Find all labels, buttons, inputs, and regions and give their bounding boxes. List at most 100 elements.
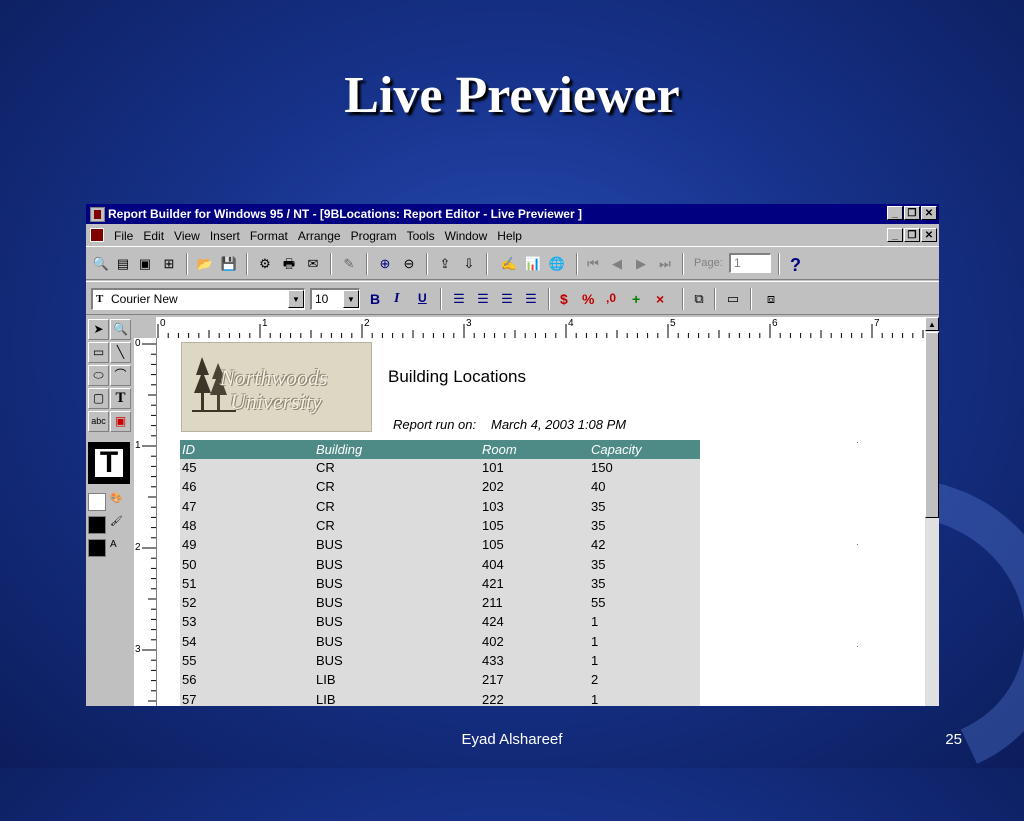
xy-icon[interactable]: ⊞ [160, 255, 178, 273]
fill-color-icon[interactable]: 🎨 [110, 493, 128, 511]
bold-button[interactable]: B [370, 291, 380, 307]
web-wizard-icon[interactable]: 🌐 [548, 255, 566, 273]
zoom-out-icon[interactable]: ⊖ [400, 255, 418, 273]
scroll-thumb[interactable] [925, 332, 939, 518]
table-row[interactable]: 49 BUS 105 42 [180, 536, 700, 555]
print-icon[interactable]: 🖶 [280, 255, 298, 273]
chevron-down-icon[interactable]: ▼ [343, 290, 359, 308]
run-on-label[interactable]: Report run on: [393, 417, 476, 432]
table-row[interactable]: 50 BUS 404 35 [180, 556, 700, 575]
report-canvas[interactable]: Northwoods University Building Locations… [157, 338, 925, 706]
mail-icon[interactable]: ✉ [304, 255, 322, 273]
document-icon[interactable] [90, 228, 104, 242]
doc-close-button[interactable]: ✕ [921, 228, 937, 242]
parameter-form-icon[interactable]: ▣ [136, 255, 154, 273]
arc-tool-icon[interactable]: ⌒ [110, 365, 131, 386]
magnify-icon[interactable]: 🔍 [110, 319, 131, 340]
run-on-value[interactable]: March 4, 2003 1:08 PM [491, 417, 626, 432]
restore-button[interactable]: ❐ [904, 206, 920, 220]
menu-view[interactable]: View [174, 229, 200, 243]
menu-tools[interactable]: Tools [407, 229, 435, 243]
image-tool-icon[interactable]: ▣ [110, 411, 131, 432]
menu-format[interactable]: Format [250, 229, 288, 243]
first-page-icon[interactable]: ⏮ [584, 255, 602, 273]
underline-button[interactable]: U [418, 291, 427, 305]
fill-color-swatch[interactable] [88, 493, 106, 511]
ellipse-tool-icon[interactable]: ⬭ [88, 365, 109, 386]
menu-help[interactable]: Help [497, 229, 522, 243]
data-model-icon[interactable]: 🔍 [92, 255, 110, 273]
table-row[interactable]: 51 BUS 421 35 [180, 575, 700, 594]
import-icon[interactable]: ⇪ [436, 255, 454, 273]
save-icon[interactable]: 💾 [220, 255, 238, 273]
next-page-icon[interactable]: ▶ [632, 255, 650, 273]
text-color-swatch[interactable] [88, 539, 106, 557]
remove-decimal-button[interactable]: × [656, 291, 664, 307]
table-row[interactable]: 57 LIB 222 1 [180, 691, 700, 706]
run-icon[interactable]: ⚙ [256, 255, 274, 273]
doc-restore-button[interactable]: ❐ [904, 228, 920, 242]
align-right-icon[interactable]: ☰ [498, 290, 516, 308]
table-row[interactable]: 53 BUS 424 1 [180, 613, 700, 632]
col-building[interactable]: Building [316, 442, 362, 457]
zoom-in-icon[interactable]: ⊕ [376, 255, 394, 273]
magic-icon[interactable]: ✎ [340, 255, 358, 273]
line-tool-icon[interactable]: ╲ [110, 342, 131, 363]
table-row[interactable]: 47 CR 103 35 [180, 498, 700, 517]
field-tool-icon[interactable]: abc [88, 411, 109, 432]
table-row[interactable]: 46 CR 202 40 [180, 478, 700, 497]
font-size-select[interactable]: 10 ▼ [310, 288, 360, 310]
menu-edit[interactable]: Edit [143, 229, 164, 243]
report-title[interactable]: Building Locations [388, 367, 526, 387]
frame-select-icon[interactable]: ⧉ [690, 290, 708, 308]
add-decimal-button[interactable]: + [632, 291, 640, 307]
app-icon[interactable] [90, 207, 105, 222]
percent-button[interactable]: % [582, 291, 594, 307]
help-icon[interactable]: ? [790, 255, 801, 276]
last-page-icon[interactable]: ⏭ [656, 255, 674, 273]
select-arrow-icon[interactable]: ➤ [88, 319, 109, 340]
previous-page-icon[interactable]: ◀ [608, 255, 626, 273]
border-icon[interactable]: ▭ [724, 290, 742, 308]
currency-button[interactable]: $ [560, 291, 568, 307]
page-input[interactable]: 1 [729, 253, 771, 273]
justify-icon[interactable]: ☰ [522, 290, 540, 308]
menu-window[interactable]: Window [445, 229, 488, 243]
table-row[interactable]: 48 CR 105 35 [180, 517, 700, 536]
open-icon[interactable]: 📂 [196, 255, 214, 273]
align-center-icon[interactable]: ☰ [474, 290, 492, 308]
table-row[interactable]: 52 BUS 211 55 [180, 594, 700, 613]
vertical-scrollbar[interactable]: ▲ [925, 317, 939, 706]
chevron-down-icon[interactable]: ▼ [288, 290, 304, 308]
font-select[interactable]: T Courier New ▼ [91, 288, 305, 310]
menu-program[interactable]: Program [351, 229, 397, 243]
align-left-icon[interactable]: ☰ [450, 290, 468, 308]
scroll-up-icon[interactable]: ▲ [925, 317, 939, 331]
text-tool-icon[interactable]: T [110, 388, 131, 409]
rounded-rect-tool-icon[interactable]: ▢ [88, 388, 109, 409]
table-row[interactable]: 45 CR 101 150 [180, 459, 700, 478]
table-row[interactable]: 56 LIB 217 2 [180, 671, 700, 690]
window-titlebar[interactable]: Report Builder for Windows 95 / NT - [9B… [86, 204, 939, 224]
close-button[interactable]: ✕ [921, 206, 937, 220]
chart-wizard-icon[interactable]: 📊 [524, 255, 542, 273]
table-row[interactable]: 55 BUS 433 1 [180, 652, 700, 671]
edit-icon[interactable]: ✍ [500, 255, 518, 273]
col-id[interactable]: ID [182, 442, 195, 457]
export-icon[interactable]: ⇩ [460, 255, 478, 273]
col-capacity[interactable]: Capacity [591, 442, 642, 457]
doc-minimize-button[interactable]: _ [887, 228, 903, 242]
menu-insert[interactable]: Insert [210, 229, 240, 243]
line-color-icon[interactable]: 🖌 [110, 516, 128, 534]
text-color-icon[interactable]: A [110, 539, 128, 557]
table-row[interactable]: 54 BUS 402 1 [180, 633, 700, 652]
line-color-swatch[interactable] [88, 516, 106, 534]
university-logo[interactable]: Northwoods University [181, 342, 372, 432]
menu-file[interactable]: File [114, 229, 133, 243]
layout-model-icon[interactable]: ▤ [114, 255, 132, 273]
copy-format-icon[interactable]: ⧈ [762, 290, 780, 308]
minimize-button[interactable]: _ [887, 206, 903, 220]
menu-arrange[interactable]: Arrange [298, 229, 341, 243]
rectangle-tool-icon[interactable]: ▭ [88, 342, 109, 363]
col-room[interactable]: Room [482, 442, 517, 457]
